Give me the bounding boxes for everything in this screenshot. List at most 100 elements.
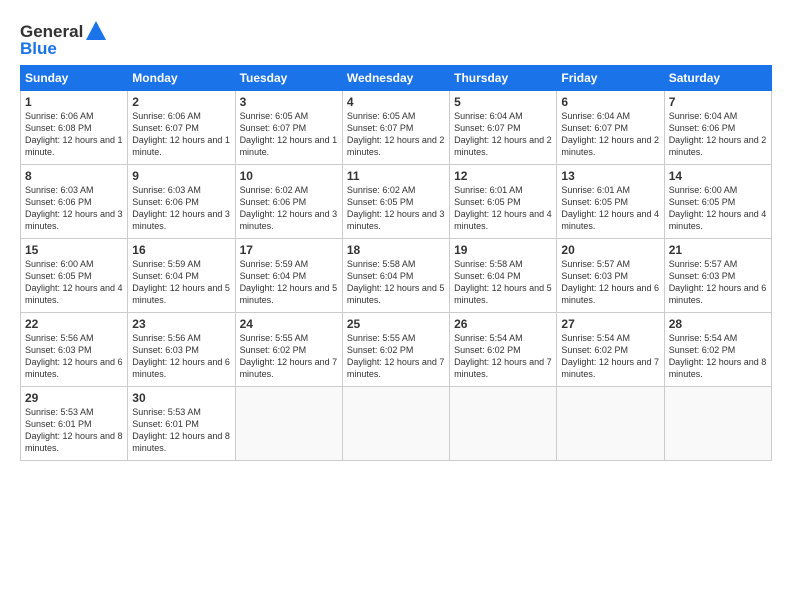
day-number: 21 — [669, 243, 767, 257]
calendar-cell: 2Sunrise: 6:06 AMSunset: 6:07 PMDaylight… — [128, 91, 235, 165]
day-info: Sunrise: 6:03 AMSunset: 6:06 PMDaylight:… — [25, 184, 123, 233]
day-info: Sunrise: 6:00 AMSunset: 6:05 PMDaylight:… — [25, 258, 123, 307]
day-info: Sunrise: 5:57 AMSunset: 6:03 PMDaylight:… — [561, 258, 659, 307]
weekday-header-saturday: Saturday — [664, 66, 771, 91]
day-number: 26 — [454, 317, 552, 331]
day-number: 10 — [240, 169, 338, 183]
calendar-cell: 29Sunrise: 5:53 AMSunset: 6:01 PMDayligh… — [21, 387, 128, 461]
logo-general: General — [20, 23, 83, 40]
logo-blue: Blue — [20, 40, 107, 57]
calendar-table: SundayMondayTuesdayWednesdayThursdayFrid… — [20, 65, 772, 461]
calendar-cell: 1Sunrise: 6:06 AMSunset: 6:08 PMDaylight… — [21, 91, 128, 165]
day-info: Sunrise: 6:06 AMSunset: 6:07 PMDaylight:… — [132, 110, 230, 159]
weekday-header-tuesday: Tuesday — [235, 66, 342, 91]
day-info: Sunrise: 6:02 AMSunset: 6:05 PMDaylight:… — [347, 184, 445, 233]
calendar-cell — [664, 387, 771, 461]
day-info: Sunrise: 5:54 AMSunset: 6:02 PMDaylight:… — [454, 332, 552, 381]
day-info: Sunrise: 5:53 AMSunset: 6:01 PMDaylight:… — [132, 406, 230, 455]
day-number: 30 — [132, 391, 230, 405]
day-number: 8 — [25, 169, 123, 183]
weekday-header-friday: Friday — [557, 66, 664, 91]
weekday-header-wednesday: Wednesday — [342, 66, 449, 91]
day-number: 27 — [561, 317, 659, 331]
calendar-cell: 22Sunrise: 5:56 AMSunset: 6:03 PMDayligh… — [21, 313, 128, 387]
logo: General Blue — [20, 20, 107, 57]
day-info: Sunrise: 5:57 AMSunset: 6:03 PMDaylight:… — [669, 258, 767, 307]
calendar-cell: 19Sunrise: 5:58 AMSunset: 6:04 PMDayligh… — [450, 239, 557, 313]
calendar-cell: 4Sunrise: 6:05 AMSunset: 6:07 PMDaylight… — [342, 91, 449, 165]
day-info: Sunrise: 5:58 AMSunset: 6:04 PMDaylight:… — [347, 258, 445, 307]
day-number: 24 — [240, 317, 338, 331]
day-info: Sunrise: 6:04 AMSunset: 6:07 PMDaylight:… — [561, 110, 659, 159]
day-info: Sunrise: 5:55 AMSunset: 6:02 PMDaylight:… — [347, 332, 445, 381]
calendar-cell: 13Sunrise: 6:01 AMSunset: 6:05 PMDayligh… — [557, 165, 664, 239]
day-number: 23 — [132, 317, 230, 331]
day-info: Sunrise: 5:54 AMSunset: 6:02 PMDaylight:… — [669, 332, 767, 381]
day-number: 12 — [454, 169, 552, 183]
day-number: 29 — [25, 391, 123, 405]
day-number: 25 — [347, 317, 445, 331]
day-number: 18 — [347, 243, 445, 257]
header: General Blue — [20, 16, 772, 57]
calendar-cell: 16Sunrise: 5:59 AMSunset: 6:04 PMDayligh… — [128, 239, 235, 313]
day-info: Sunrise: 5:59 AMSunset: 6:04 PMDaylight:… — [132, 258, 230, 307]
day-info: Sunrise: 5:55 AMSunset: 6:02 PMDaylight:… — [240, 332, 338, 381]
day-info: Sunrise: 6:01 AMSunset: 6:05 PMDaylight:… — [454, 184, 552, 233]
day-info: Sunrise: 5:53 AMSunset: 6:01 PMDaylight:… — [25, 406, 123, 455]
day-number: 3 — [240, 95, 338, 109]
week-row-2: 8Sunrise: 6:03 AMSunset: 6:06 PMDaylight… — [21, 165, 772, 239]
calendar-cell — [235, 387, 342, 461]
day-info: Sunrise: 6:03 AMSunset: 6:06 PMDaylight:… — [132, 184, 230, 233]
week-row-1: 1Sunrise: 6:06 AMSunset: 6:08 PMDaylight… — [21, 91, 772, 165]
day-info: Sunrise: 6:00 AMSunset: 6:05 PMDaylight:… — [669, 184, 767, 233]
calendar-cell: 7Sunrise: 6:04 AMSunset: 6:06 PMDaylight… — [664, 91, 771, 165]
day-info: Sunrise: 5:56 AMSunset: 6:03 PMDaylight:… — [25, 332, 123, 381]
day-info: Sunrise: 6:04 AMSunset: 6:06 PMDaylight:… — [669, 110, 767, 159]
day-number: 28 — [669, 317, 767, 331]
calendar-cell: 23Sunrise: 5:56 AMSunset: 6:03 PMDayligh… — [128, 313, 235, 387]
day-info: Sunrise: 6:01 AMSunset: 6:05 PMDaylight:… — [561, 184, 659, 233]
weekday-header-thursday: Thursday — [450, 66, 557, 91]
day-number: 4 — [347, 95, 445, 109]
week-row-3: 15Sunrise: 6:00 AMSunset: 6:05 PMDayligh… — [21, 239, 772, 313]
calendar-cell: 5Sunrise: 6:04 AMSunset: 6:07 PMDaylight… — [450, 91, 557, 165]
day-info: Sunrise: 6:05 AMSunset: 6:07 PMDaylight:… — [240, 110, 338, 159]
week-row-5: 29Sunrise: 5:53 AMSunset: 6:01 PMDayligh… — [21, 387, 772, 461]
day-number: 9 — [132, 169, 230, 183]
calendar-cell: 9Sunrise: 6:03 AMSunset: 6:06 PMDaylight… — [128, 165, 235, 239]
day-number: 5 — [454, 95, 552, 109]
calendar-cell: 10Sunrise: 6:02 AMSunset: 6:06 PMDayligh… — [235, 165, 342, 239]
calendar-cell: 30Sunrise: 5:53 AMSunset: 6:01 PMDayligh… — [128, 387, 235, 461]
calendar-cell: 18Sunrise: 5:58 AMSunset: 6:04 PMDayligh… — [342, 239, 449, 313]
day-number: 19 — [454, 243, 552, 257]
calendar-cell: 26Sunrise: 5:54 AMSunset: 6:02 PMDayligh… — [450, 313, 557, 387]
weekday-header-sunday: Sunday — [21, 66, 128, 91]
day-number: 16 — [132, 243, 230, 257]
day-number: 14 — [669, 169, 767, 183]
calendar-cell: 25Sunrise: 5:55 AMSunset: 6:02 PMDayligh… — [342, 313, 449, 387]
day-info: Sunrise: 5:54 AMSunset: 6:02 PMDaylight:… — [561, 332, 659, 381]
day-number: 15 — [25, 243, 123, 257]
calendar-cell: 20Sunrise: 5:57 AMSunset: 6:03 PMDayligh… — [557, 239, 664, 313]
calendar-cell: 3Sunrise: 6:05 AMSunset: 6:07 PMDaylight… — [235, 91, 342, 165]
calendar-cell: 17Sunrise: 5:59 AMSunset: 6:04 PMDayligh… — [235, 239, 342, 313]
week-row-4: 22Sunrise: 5:56 AMSunset: 6:03 PMDayligh… — [21, 313, 772, 387]
day-number: 1 — [25, 95, 123, 109]
day-info: Sunrise: 6:05 AMSunset: 6:07 PMDaylight:… — [347, 110, 445, 159]
logo-triangle-icon — [85, 20, 107, 42]
day-number: 11 — [347, 169, 445, 183]
day-number: 22 — [25, 317, 123, 331]
day-number: 7 — [669, 95, 767, 109]
day-number: 17 — [240, 243, 338, 257]
calendar-cell: 11Sunrise: 6:02 AMSunset: 6:05 PMDayligh… — [342, 165, 449, 239]
day-info: Sunrise: 5:59 AMSunset: 6:04 PMDaylight:… — [240, 258, 338, 307]
day-number: 2 — [132, 95, 230, 109]
day-info: Sunrise: 6:02 AMSunset: 6:06 PMDaylight:… — [240, 184, 338, 233]
calendar-cell — [557, 387, 664, 461]
calendar-cell: 28Sunrise: 5:54 AMSunset: 6:02 PMDayligh… — [664, 313, 771, 387]
day-info: Sunrise: 5:58 AMSunset: 6:04 PMDaylight:… — [454, 258, 552, 307]
day-number: 13 — [561, 169, 659, 183]
calendar-cell: 14Sunrise: 6:00 AMSunset: 6:05 PMDayligh… — [664, 165, 771, 239]
day-info: Sunrise: 6:06 AMSunset: 6:08 PMDaylight:… — [25, 110, 123, 159]
calendar-cell — [450, 387, 557, 461]
